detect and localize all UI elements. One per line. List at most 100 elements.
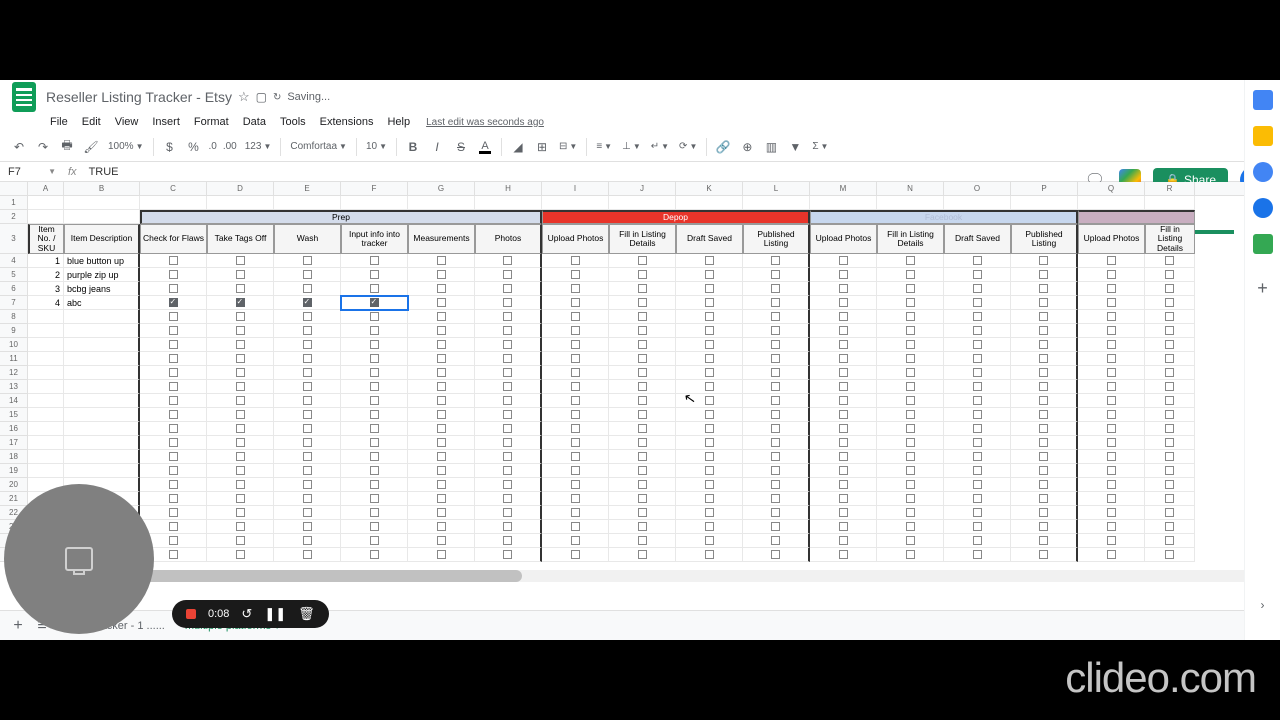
cell[interactable] <box>408 324 475 338</box>
cell[interactable] <box>1078 296 1145 310</box>
cell[interactable] <box>542 324 609 338</box>
delete-recording-button[interactable]: 🗑 <box>298 606 315 622</box>
checkbox[interactable] <box>1165 410 1174 419</box>
cell[interactable] <box>207 464 274 478</box>
cell[interactable] <box>408 422 475 436</box>
cell[interactable] <box>609 408 676 422</box>
cell[interactable] <box>609 310 676 324</box>
cell[interactable] <box>207 520 274 534</box>
checkbox[interactable] <box>370 438 379 447</box>
cell[interactable] <box>1078 450 1145 464</box>
checkbox[interactable] <box>705 340 714 349</box>
cell[interactable]: Upload Photos <box>542 224 609 254</box>
checkbox[interactable] <box>906 466 915 475</box>
checkbox[interactable] <box>906 508 915 517</box>
cell[interactable] <box>944 254 1011 268</box>
checkbox[interactable] <box>571 480 580 489</box>
cell[interactable] <box>743 534 810 548</box>
cell[interactable] <box>944 520 1011 534</box>
more-formats-dropdown[interactable]: 123▼ <box>241 141 276 152</box>
checkbox[interactable] <box>771 466 780 475</box>
cell[interactable] <box>1078 366 1145 380</box>
checkbox[interactable] <box>437 550 446 559</box>
cell[interactable] <box>676 534 743 548</box>
checkbox[interactable] <box>236 340 245 349</box>
checkbox[interactable] <box>638 424 647 433</box>
checkbox[interactable] <box>169 396 178 405</box>
cell[interactable] <box>140 464 207 478</box>
checkbox[interactable] <box>169 494 178 503</box>
cell[interactable] <box>609 296 676 310</box>
cell[interactable] <box>609 464 676 478</box>
insert-chart-button[interactable]: ▥ <box>760 136 782 158</box>
checkbox[interactable] <box>638 466 647 475</box>
checkbox[interactable] <box>1107 312 1116 321</box>
checkbox[interactable] <box>169 424 178 433</box>
cell[interactable] <box>140 352 207 366</box>
checkbox[interactable] <box>771 340 780 349</box>
cell[interactable] <box>28 352 64 366</box>
checkbox[interactable] <box>437 536 446 545</box>
cell[interactable] <box>341 450 408 464</box>
checkbox[interactable] <box>705 452 714 461</box>
checkbox[interactable] <box>638 326 647 335</box>
cell[interactable] <box>944 196 1011 210</box>
checkbox[interactable] <box>1039 536 1048 545</box>
checkbox[interactable] <box>638 410 647 419</box>
checkbox[interactable] <box>705 480 714 489</box>
checkbox[interactable] <box>1165 256 1174 265</box>
checkbox[interactable] <box>571 424 580 433</box>
cell[interactable] <box>28 196 64 210</box>
cell[interactable] <box>676 422 743 436</box>
cell[interactable] <box>140 310 207 324</box>
cell[interactable] <box>140 254 207 268</box>
cell[interactable] <box>676 254 743 268</box>
checkbox[interactable] <box>169 480 178 489</box>
checkbox[interactable] <box>839 522 848 531</box>
checkbox[interactable] <box>1039 396 1048 405</box>
cell[interactable] <box>207 296 274 310</box>
cell[interactable] <box>341 196 408 210</box>
cell[interactable] <box>1145 352 1195 366</box>
cell[interactable] <box>64 352 140 366</box>
column-header[interactable]: M <box>810 182 877 195</box>
cell[interactable] <box>877 506 944 520</box>
cell[interactable] <box>1078 210 1195 224</box>
checkbox[interactable] <box>236 326 245 335</box>
star-icon[interactable]: ☆ <box>238 89 250 105</box>
cell[interactable] <box>408 268 475 282</box>
cell[interactable] <box>810 408 877 422</box>
checkbox[interactable] <box>705 410 714 419</box>
cell[interactable] <box>408 296 475 310</box>
horizontal-scrollbar[interactable] <box>28 570 1264 582</box>
horizontal-align-button[interactable]: ≡▼ <box>592 141 616 152</box>
cell[interactable]: Measurements <box>408 224 475 254</box>
checkbox[interactable] <box>839 284 848 293</box>
cell[interactable] <box>207 548 274 562</box>
checkbox[interactable] <box>705 466 714 475</box>
cell[interactable] <box>1145 196 1195 210</box>
checkbox[interactable] <box>1039 326 1048 335</box>
cell[interactable] <box>64 422 140 436</box>
hide-panel-icon[interactable]: › <box>1261 598 1265 612</box>
checkbox[interactable] <box>1165 312 1174 321</box>
checkbox[interactable] <box>437 326 446 335</box>
checkbox[interactable] <box>638 354 647 363</box>
checkbox[interactable] <box>906 396 915 405</box>
checkbox[interactable] <box>1107 340 1116 349</box>
checkbox[interactable] <box>303 382 312 391</box>
checkbox[interactable] <box>638 494 647 503</box>
checkbox[interactable] <box>973 284 982 293</box>
cell[interactable] <box>274 324 341 338</box>
checkbox[interactable] <box>973 438 982 447</box>
cell[interactable] <box>341 548 408 562</box>
checkbox[interactable] <box>839 410 848 419</box>
menu-tools[interactable]: Tools <box>274 114 312 130</box>
cell[interactable] <box>743 450 810 464</box>
checkbox[interactable] <box>906 424 915 433</box>
cell[interactable] <box>743 268 810 282</box>
checkbox[interactable] <box>906 536 915 545</box>
checkbox[interactable] <box>1165 424 1174 433</box>
cell[interactable] <box>877 324 944 338</box>
cell[interactable]: Published Listing <box>1011 224 1078 254</box>
